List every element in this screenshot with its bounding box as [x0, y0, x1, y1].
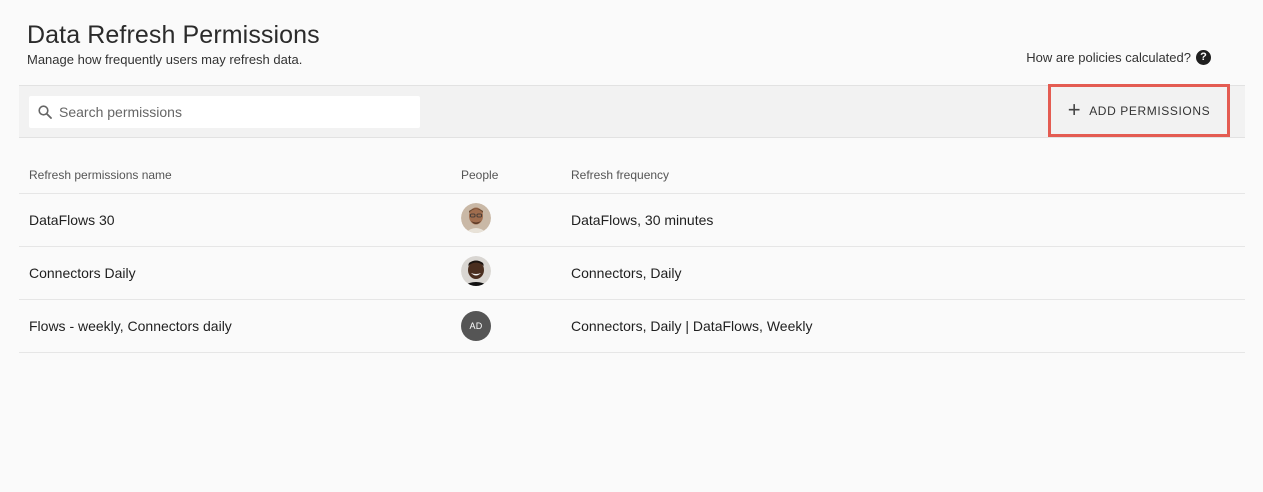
permission-name[interactable]: Connectors Daily — [19, 265, 461, 281]
avatar[interactable]: AD — [461, 311, 491, 341]
add-button-highlight: + ADD PERMISSIONS — [1048, 84, 1230, 137]
plus-icon: + — [1067, 96, 1082, 122]
permission-name[interactable]: Flows - weekly, Connectors daily — [19, 318, 461, 334]
people-cell — [461, 202, 571, 238]
table-row[interactable]: Connectors Daily Connectors, Daily — [19, 247, 1245, 300]
table-row[interactable]: Flows - weekly, Connectors daily AD Conn… — [19, 300, 1245, 353]
avatar[interactable] — [461, 255, 491, 286]
help-link-label[interactable]: How are policies calculated? — [1026, 50, 1191, 65]
people-cell: AD — [461, 311, 571, 341]
avatar[interactable] — [461, 202, 491, 233]
refresh-frequency: Connectors, Daily — [571, 265, 682, 281]
column-header-name[interactable]: Refresh permissions name — [19, 168, 461, 182]
page-title: Data Refresh Permissions — [27, 21, 320, 49]
permission-name[interactable]: DataFlows 30 — [19, 212, 461, 228]
column-header-people[interactable]: People — [461, 168, 571, 182]
table-row[interactable]: DataFlows 30 DataFlows, 30 minutes — [19, 194, 1245, 247]
table-header-row: Refresh permissions name People Refresh … — [19, 156, 1245, 194]
add-permissions-label: ADD PERMISSIONS — [1089, 103, 1211, 118]
refresh-frequency: Connectors, Daily | DataFlows, Weekly — [571, 318, 813, 334]
people-cell — [461, 255, 571, 291]
search-input[interactable] — [59, 104, 399, 120]
column-header-frequency[interactable]: Refresh frequency — [571, 168, 1245, 182]
refresh-frequency: DataFlows, 30 minutes — [571, 212, 714, 228]
search-icon — [37, 104, 53, 120]
search-box[interactable] — [29, 96, 420, 128]
add-permissions-button[interactable]: + ADD PERMISSIONS — [1054, 90, 1224, 131]
permissions-table: Refresh permissions name People Refresh … — [19, 156, 1245, 353]
toolbar: + ADD PERMISSIONS — [19, 84, 1245, 138]
question-circle-icon[interactable]: ? — [1196, 50, 1211, 65]
help-link[interactable]: How are policies calculated? ? — [1026, 50, 1211, 65]
page: Data Refresh Permissions Manage how freq… — [0, 0, 1263, 492]
page-header: Data Refresh Permissions Manage how freq… — [27, 18, 320, 68]
page-subtitle: Manage how frequently users may refresh … — [27, 52, 303, 67]
